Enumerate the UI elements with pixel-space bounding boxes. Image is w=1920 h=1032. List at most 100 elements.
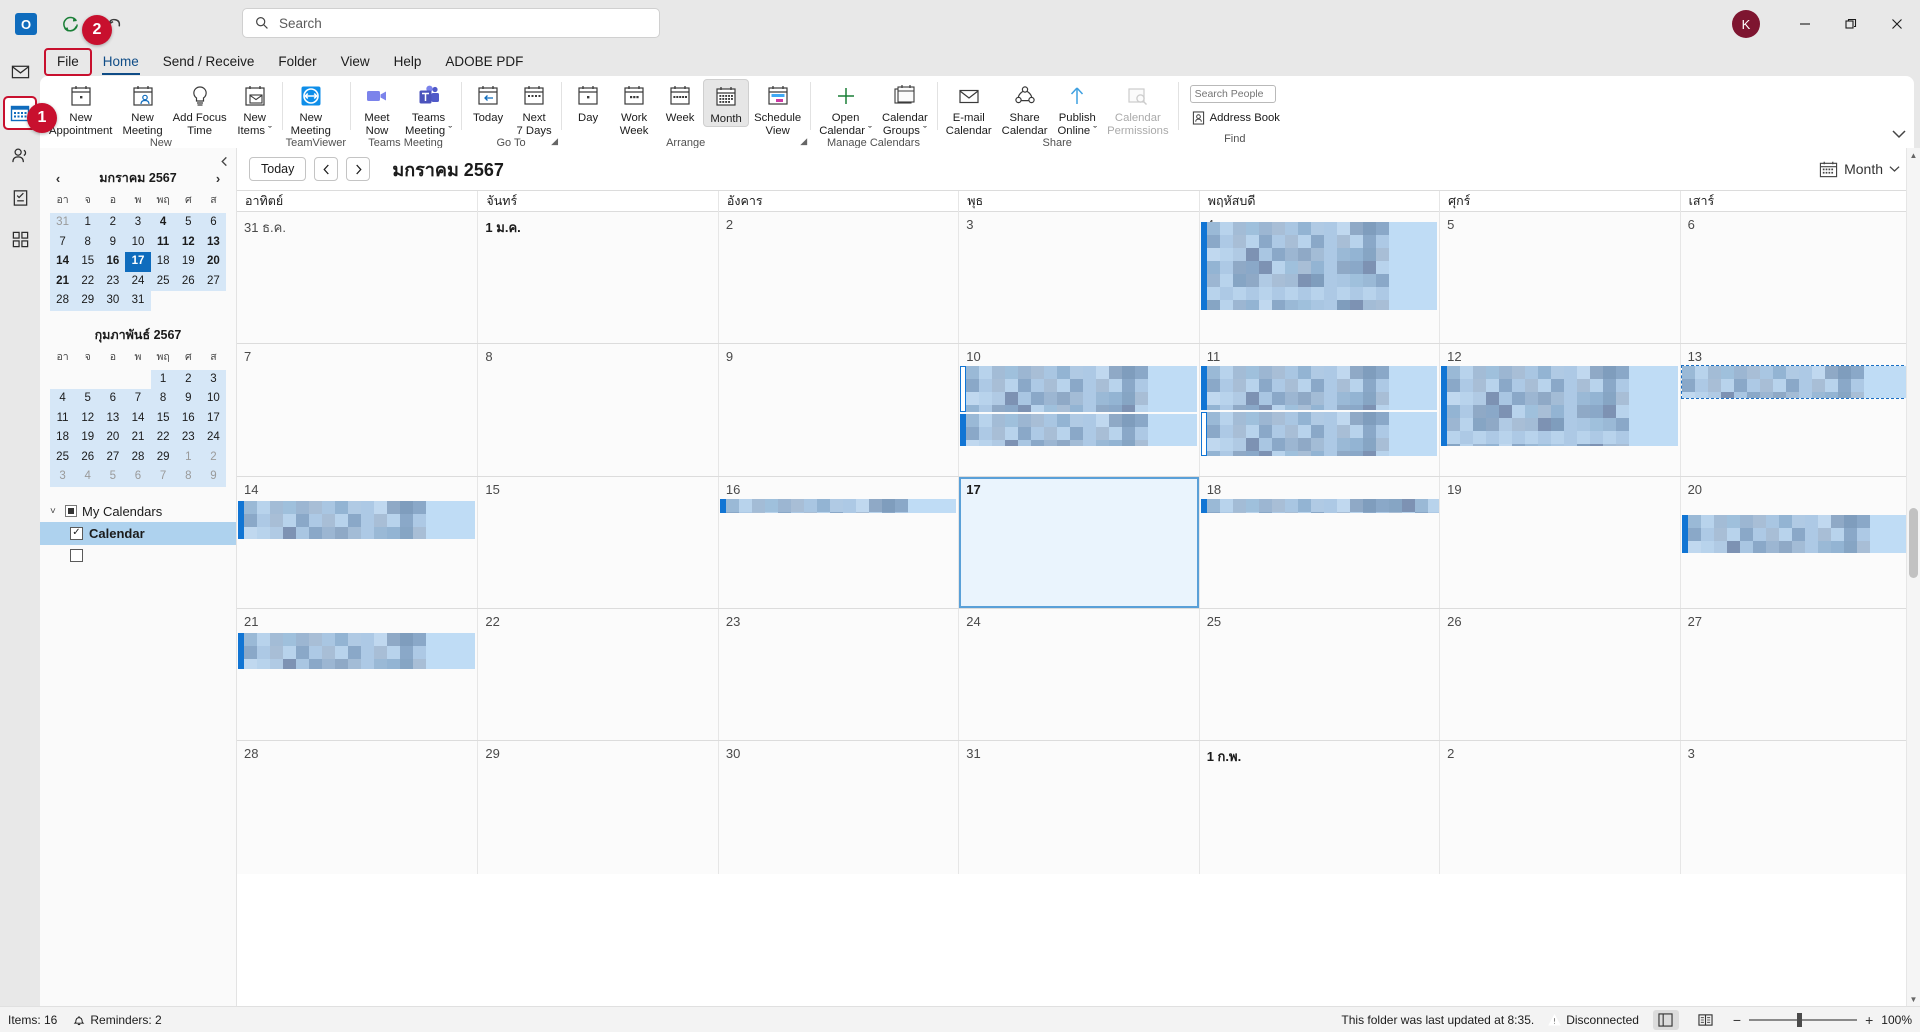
new-appointment-button[interactable]: New Appointment: [44, 79, 117, 137]
calendar-day-cell[interactable]: 26: [1439, 608, 1680, 741]
minical-day[interactable]: 22: [150, 428, 176, 448]
minical-day[interactable]: 31: [125, 291, 151, 311]
minical-day[interactable]: 7: [50, 232, 76, 252]
calendar-day-cell[interactable]: 3: [958, 212, 1199, 344]
calendar-day-cell[interactable]: 4: [1198, 212, 1440, 344]
calendar-list-item-calendar[interactable]: ✓ Calendar: [40, 521, 236, 545]
minical-day[interactable]: 8: [75, 232, 101, 252]
minical-day[interactable]: 5: [75, 389, 101, 409]
publish-online-button[interactable]: Publish Online ˇ: [1053, 79, 1103, 137]
calendar-event[interactable]: [960, 366, 1197, 413]
minical-day[interactable]: 5: [175, 213, 201, 233]
minical-prev-icon[interactable]: ‹: [50, 171, 66, 186]
calendar-event[interactable]: [960, 414, 1197, 447]
work-week-view-button[interactable]: Work Week: [611, 79, 657, 137]
zoom-track[interactable]: [1749, 1012, 1858, 1027]
minical-day[interactable]: 4: [50, 389, 76, 409]
calendar-day-cell[interactable]: 12: [1439, 344, 1680, 476]
minical-day[interactable]: 20: [100, 428, 126, 448]
minical-day[interactable]: 3: [125, 213, 151, 233]
tab-home[interactable]: Home: [92, 50, 150, 75]
minical-day[interactable]: 16: [175, 408, 201, 428]
chevron-down-icon[interactable]: ˅: [50, 506, 60, 517]
calendar-day-cell[interactable]: 11: [1198, 344, 1440, 476]
minical-day[interactable]: 10: [200, 389, 226, 409]
day-view-button[interactable]: Day: [565, 79, 611, 125]
calendar-day-cell[interactable]: 25: [1198, 608, 1440, 741]
tab-folder[interactable]: Folder: [267, 50, 327, 74]
avatar[interactable]: K: [1732, 10, 1760, 38]
minical-day[interactable]: 26: [75, 447, 101, 467]
calendar-day-cell[interactable]: 14: [237, 476, 478, 608]
email-calendar-button[interactable]: E-mail Calendar: [941, 79, 997, 137]
rail-item-tasks[interactable]: [5, 182, 35, 212]
minical-day[interactable]: 11: [150, 232, 176, 252]
calendar-day-cell[interactable]: 15: [477, 476, 718, 608]
zoom-in-button[interactable]: +: [1865, 1013, 1873, 1027]
rail-item-mail[interactable]: [5, 56, 35, 86]
minical-day[interactable]: 3: [50, 467, 76, 487]
week-view-button[interactable]: Week: [657, 79, 703, 125]
minical-day[interactable]: 2: [175, 369, 201, 389]
zoom-slider[interactable]: − + 100%: [1733, 1012, 1912, 1027]
minical-day[interactable]: 16: [100, 252, 126, 272]
calendar-day-cell[interactable]: 3: [1679, 741, 1920, 874]
minical-day[interactable]: 13: [100, 408, 126, 428]
calendar-day-cell[interactable]: 28: [237, 741, 478, 874]
address-book-button[interactable]: Address Book: [1190, 109, 1282, 127]
minical-day[interactable]: 9: [200, 467, 226, 487]
minical-day[interactable]: 30: [100, 291, 126, 311]
minical-day[interactable]: 18: [50, 428, 76, 448]
minical-day[interactable]: 4: [150, 213, 176, 233]
calendar-day-cell[interactable]: 22: [477, 608, 718, 741]
minical-day[interactable]: 18: [150, 252, 176, 272]
add-focus-time-button[interactable]: Add Focus Time: [168, 79, 232, 137]
scroll-up-icon[interactable]: ▲: [1907, 148, 1920, 162]
minical-day[interactable]: 31: [50, 213, 76, 233]
calendar-permissions-button[interactable]: Calendar Permissions: [1102, 79, 1174, 137]
minical-day[interactable]: 10: [125, 232, 151, 252]
minical-day[interactable]: 29: [75, 291, 101, 311]
calendar-event[interactable]: [1680, 365, 1920, 400]
calendar-event[interactable]: [1681, 514, 1918, 553]
minical-day[interactable]: 6: [100, 389, 126, 409]
minical-day[interactable]: 22: [75, 271, 101, 291]
calendar-day-cell[interactable]: 1 ม.ค.: [477, 212, 718, 344]
tab-view[interactable]: View: [330, 50, 381, 74]
minical-day[interactable]: 29: [150, 447, 176, 467]
previous-period-button[interactable]: [314, 157, 339, 181]
minical-day[interactable]: 24: [200, 428, 226, 448]
minical-day[interactable]: 6: [125, 467, 151, 487]
arrange-dialog-launcher[interactable]: ◢: [800, 136, 807, 147]
next-period-button[interactable]: [346, 157, 371, 181]
minical-day[interactable]: 27: [200, 271, 226, 291]
calendar-day-cell[interactable]: 19: [1439, 476, 1680, 608]
calendar-day-cell[interactable]: 10: [958, 344, 1199, 476]
minical-day[interactable]: 20: [200, 252, 226, 272]
today-button[interactable]: Today: [465, 79, 511, 125]
calendar-event[interactable]: [1200, 498, 1440, 513]
go-to-dialog-launcher[interactable]: ◢: [551, 136, 558, 147]
teams-meeting-button[interactable]: Teams Meeting ˇ: [400, 79, 457, 137]
calendar-day-cell[interactable]: 31 ธ.ค.: [237, 212, 478, 344]
minical-day[interactable]: 2: [100, 213, 126, 233]
minical-day[interactable]: 8: [150, 389, 176, 409]
meet-now-button[interactable]: Meet Now: [354, 79, 400, 137]
calendar-day-cell[interactable]: 18: [1198, 476, 1440, 608]
reading-view-button[interactable]: [1693, 1010, 1719, 1030]
minical-day[interactable]: 25: [50, 447, 76, 467]
send-receive-all-icon[interactable]: [54, 8, 86, 40]
minical-day[interactable]: 1: [150, 369, 176, 389]
tab-file[interactable]: File: [44, 48, 92, 76]
calendar-vertical-scrollbar[interactable]: ▲ ▼: [1906, 148, 1920, 1006]
calendar-day-cell[interactable]: 24: [958, 608, 1199, 741]
minical-day[interactable]: 9: [100, 232, 126, 252]
next-7-days-button[interactable]: Next 7 Days: [511, 79, 557, 137]
minical-day[interactable]: 13: [200, 232, 226, 252]
minical-next-icon[interactable]: ›: [210, 171, 226, 186]
calendar-day-cell[interactable]: 5: [1439, 212, 1680, 344]
minical-day[interactable]: 19: [75, 428, 101, 448]
checkbox-checked-icon[interactable]: ✓: [70, 526, 83, 540]
new-meeting-button[interactable]: New Meeting: [117, 79, 167, 137]
calendar-day-cell[interactable]: 20: [1679, 476, 1920, 608]
